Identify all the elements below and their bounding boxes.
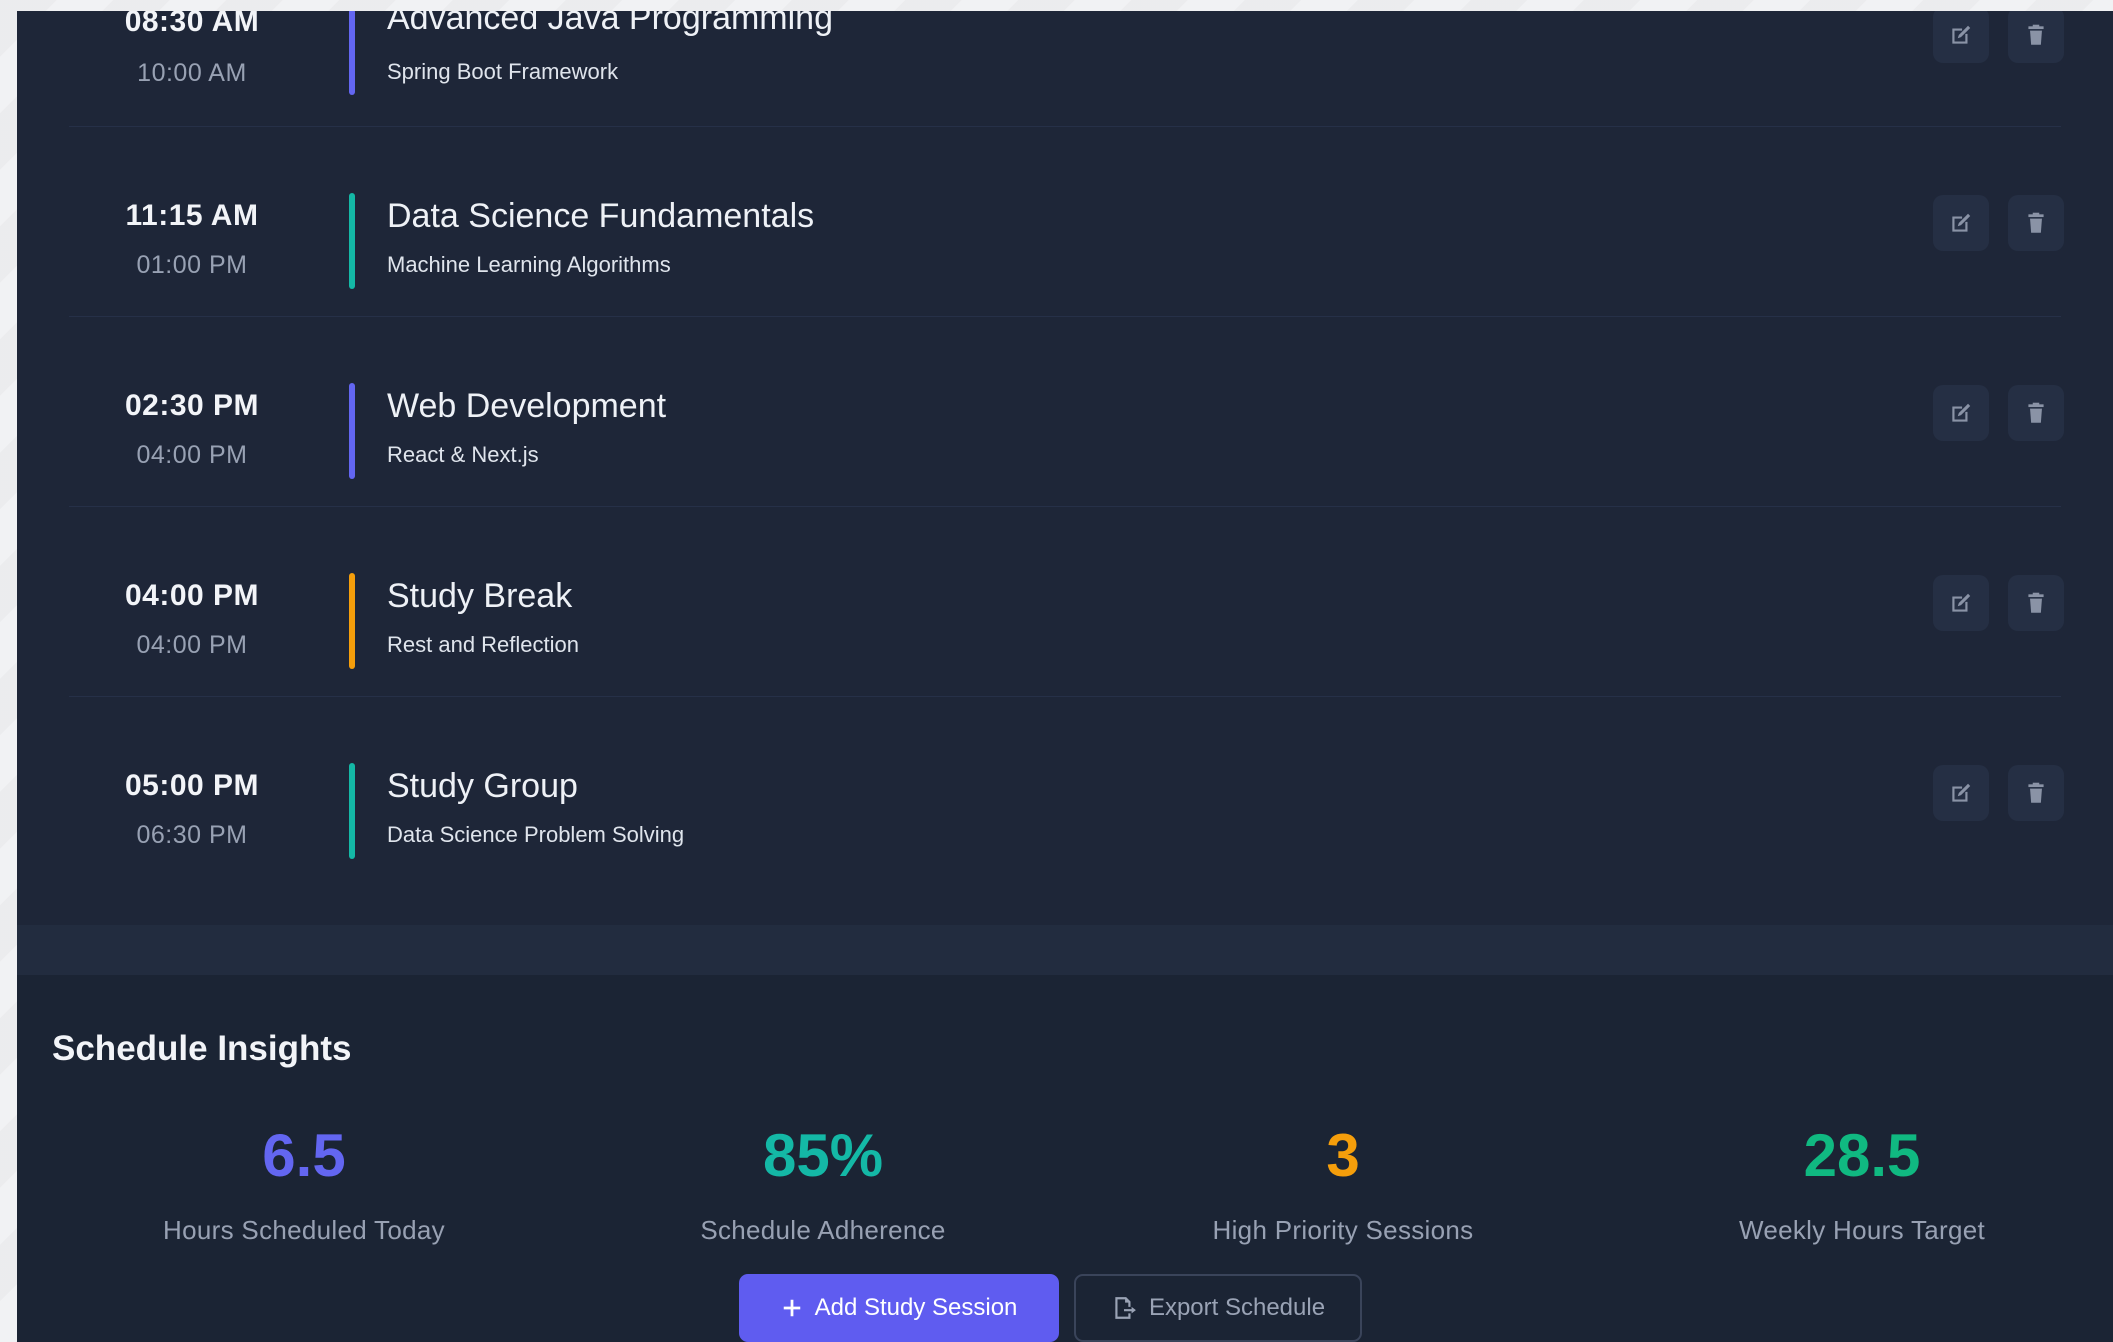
session-title: Advanced Java Programming [387,11,834,37]
session-title: Web Development [387,387,667,425]
session-subtitle: Machine Learning Algorithms [387,252,671,277]
section-separator [17,925,2113,975]
edit-icon [1952,783,1971,802]
session-row[interactable]: 11:15 AM 01:00 PM Data Science Fundament… [69,127,2064,317]
session-start-time: 02:30 PM [124,389,260,422]
stat-value: 28.5 [1803,1122,1921,1189]
schedule-insights-panel: Schedule Insights 6.5 Hours Scheduled To… [17,975,2113,1342]
session-accent-bar [349,193,355,289]
export-schedule-button[interactable]: Export Schedule [1074,1274,1362,1342]
session-title: Data Science Fundamentals [387,197,815,235]
trash-icon [2028,24,2044,45]
session-end-time: 10:00 AM [137,59,247,87]
stat-value: 85% [762,1122,884,1189]
session-accent-bar [349,763,355,859]
edit-session-button[interactable] [1933,11,1989,63]
stat-value: 3 [1326,1122,1360,1189]
stat-label: Weekly Hours Target [1738,1215,1986,1245]
session-end-time: 04:00 PM [136,631,248,659]
session-subtitle: Data Science Problem Solving [387,822,685,847]
file-export-icon [1115,1297,1136,1319]
add-study-session-button[interactable]: Add Study Session [739,1274,1059,1342]
session-end-time: 01:00 PM [136,251,248,279]
session-start-time: 11:15 AM [125,199,259,232]
session-title: Study Group [387,767,578,805]
stat-label: High Priority Sessions [1212,1215,1474,1245]
insights-title: Schedule Insights [52,1029,352,1068]
trash-icon [2028,402,2044,423]
edit-session-button[interactable] [1933,575,1989,631]
session-title: Study Break [387,577,573,615]
edit-icon [1952,593,1971,612]
session-start-time: 04:00 PM [124,579,260,612]
session-start-time: 08:30 AM [124,11,260,38]
trash-icon [2028,782,2044,803]
session-subtitle: Spring Boot Framework [387,59,619,84]
edit-icon [1952,25,1971,44]
export-schedule-label: Export Schedule [1148,1294,1326,1321]
session-accent-bar [349,573,355,669]
plus-icon [783,1299,800,1317]
stat-label: Schedule Adherence [700,1215,946,1245]
edit-icon [1952,213,1971,232]
study-schedule-app: 08:30 AM 10:00 AM Advanced Java Programm… [17,11,2113,1342]
edit-session-button[interactable] [1933,195,1989,251]
session-start-time: 05:00 PM [124,769,260,802]
delete-session-button[interactable] [2008,575,2064,631]
session-subtitle: Rest and Reflection [387,632,579,657]
add-study-session-label: Add Study Session [814,1294,1018,1321]
session-row[interactable]: 08:30 AM 10:00 AM Advanced Java Programm… [69,11,2064,127]
session-row[interactable]: 05:00 PM 06:30 PM Study Group Data Scien… [69,697,2064,887]
stat-label: Hours Scheduled Today [163,1215,445,1245]
session-accent-bar [349,11,355,95]
session-accent-bar [349,383,355,479]
delete-session-button[interactable] [2008,765,2064,821]
edit-icon [1952,403,1971,422]
delete-session-button[interactable] [2008,11,2064,63]
session-row[interactable]: 04:00 PM 04:00 PM Study Break Rest and R… [69,507,2064,697]
edit-session-button[interactable] [1933,765,1989,821]
session-row[interactable]: 02:30 PM 04:00 PM Web Development React … [69,317,2064,507]
session-list: 08:30 AM 10:00 AM Advanced Java Programm… [17,11,2113,925]
edit-session-button[interactable] [1933,385,1989,441]
trash-icon [2028,212,2044,233]
delete-session-button[interactable] [2008,385,2064,441]
stat-value: 6.5 [262,1122,346,1189]
trash-icon [2028,592,2044,613]
delete-session-button[interactable] [2008,195,2064,251]
session-end-time: 04:00 PM [136,441,248,469]
session-end-time: 06:30 PM [136,821,248,849]
session-subtitle: React & Next.js [387,442,539,467]
